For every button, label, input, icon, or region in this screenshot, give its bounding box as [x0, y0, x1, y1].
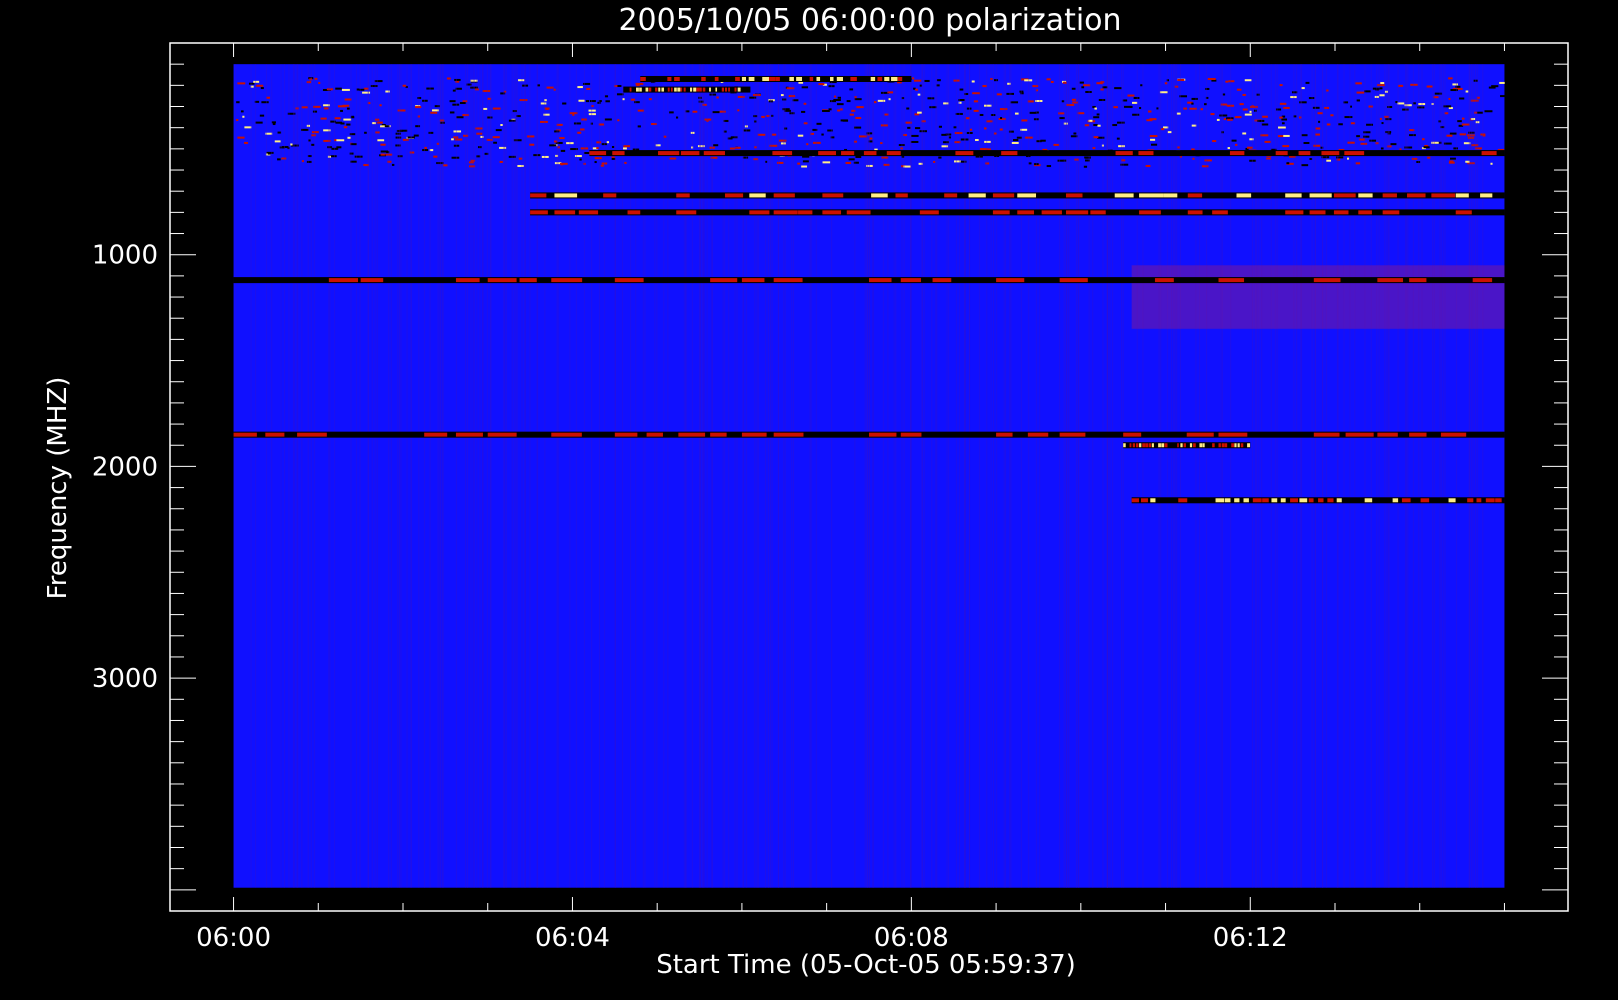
emission-band	[233, 277, 1505, 284]
x-tick-label: 06:08	[874, 923, 949, 953]
chart-title: 2005/10/05 06:00:00 polarization	[618, 3, 1121, 38]
emission-band	[589, 150, 1505, 157]
y-tick-label: 3000	[92, 664, 158, 694]
emission-band	[1131, 497, 1505, 504]
spectrogram-chart: 2005/10/05 06:00:00 polarization 06:00 06…	[43, 3, 1569, 980]
y-axis-label: Frequency (MHZ)	[43, 377, 73, 600]
y-tick-label: 1000	[92, 241, 158, 271]
emission-band	[1123, 442, 1251, 449]
emission-band	[640, 75, 912, 82]
emission-band	[623, 86, 751, 93]
x-tick-label: 06:04	[535, 923, 610, 953]
emission-band	[530, 192, 1505, 199]
heatmap	[233, 64, 1506, 888]
x-tick-label: 06:12	[1213, 923, 1288, 953]
emission-band	[233, 431, 1505, 438]
late-haze	[1131, 265, 1505, 329]
emission-band	[530, 209, 1505, 216]
y-tick-label: 2000	[92, 452, 158, 482]
x-axis-label: Start Time (05-Oct-05 05:59:37)	[656, 950, 1076, 980]
x-tick-label: 06:00	[196, 923, 271, 953]
